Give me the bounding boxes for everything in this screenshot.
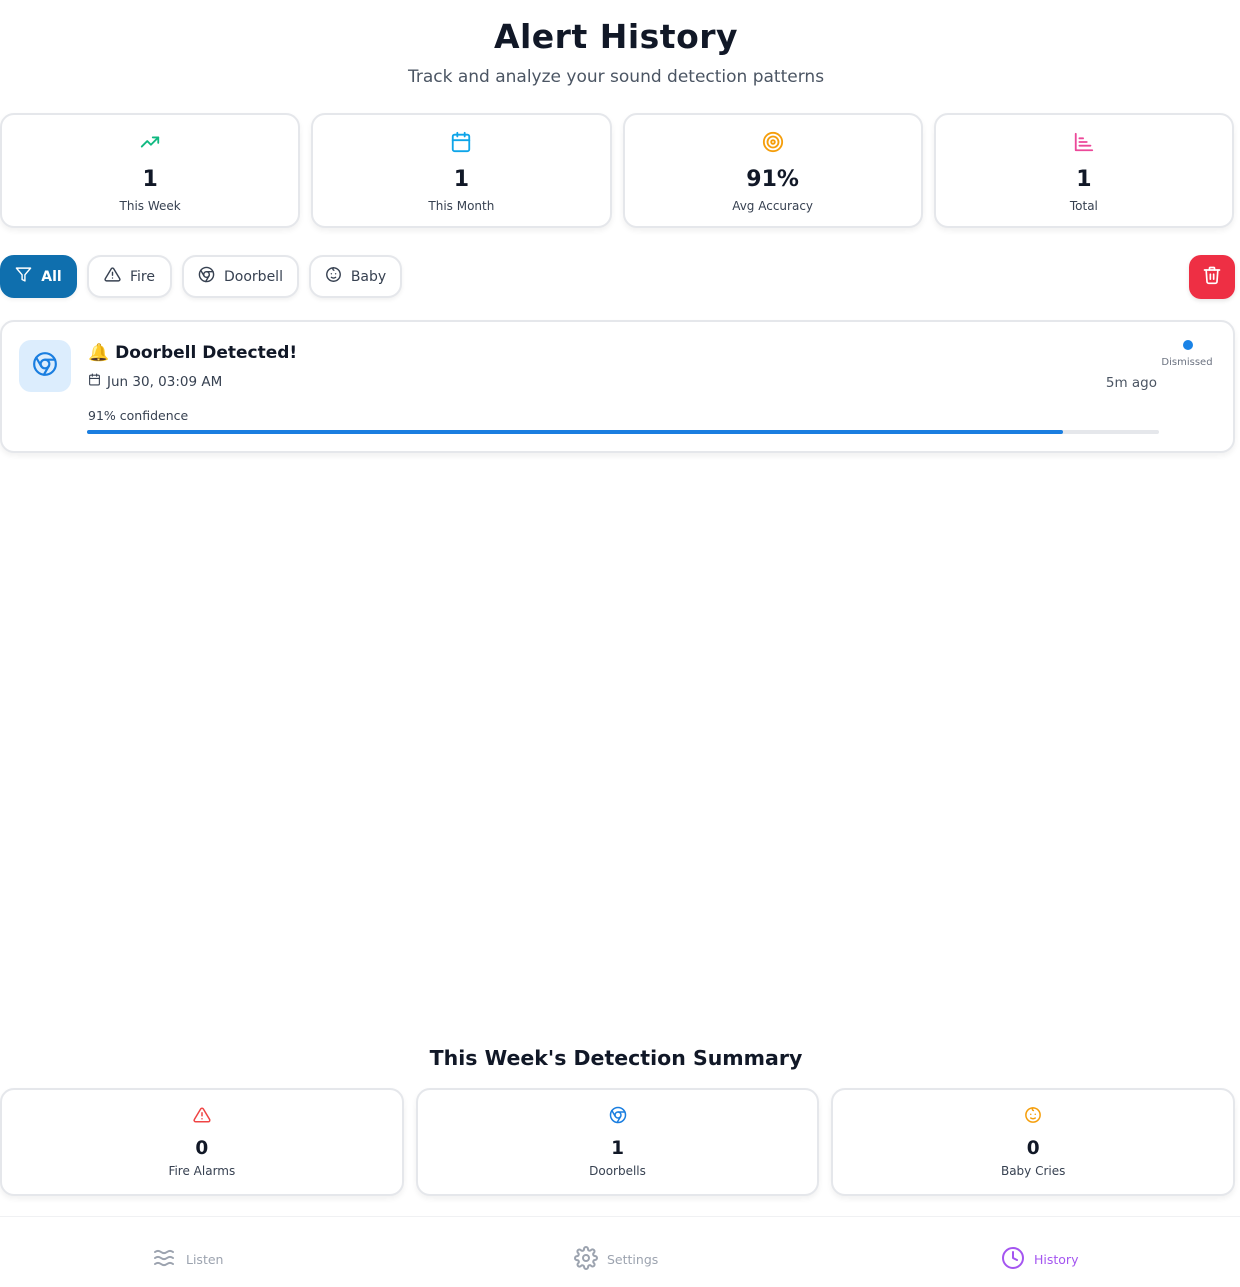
stat-value: 1 [1076, 167, 1092, 192]
summary-label: Doorbells [589, 1164, 646, 1178]
filter-label: Fire [130, 268, 155, 285]
chrome-icon [609, 1106, 627, 1128]
alert-icon-box [19, 340, 71, 392]
calendar-icon [88, 373, 101, 391]
waves-icon [153, 1246, 177, 1273]
page-subtitle: Track and analyze your sound detection p… [407, 67, 825, 87]
trash-icon [1202, 265, 1222, 289]
chrome-icon [198, 266, 215, 287]
settings-icon [574, 1246, 598, 1273]
summary-row: 0 Fire Alarms 1 Doorbells 0 Baby Cries [0, 1088, 1236, 1196]
chrome-icon [32, 351, 58, 381]
filter-bar: All Fire Doorbell Baby [0, 255, 1236, 299]
alert-time-ago: 5m ago [1105, 375, 1157, 391]
filter-baby-button[interactable]: Baby [309, 255, 402, 298]
filter-doorbell-button[interactable]: Doorbell [182, 255, 299, 298]
page-header: Alert History Track and analyze your sou… [0, 16, 1232, 88]
filter-label: Baby [350, 268, 387, 285]
summary-value: 0 [1026, 1138, 1040, 1159]
clear-history-button[interactable] [1189, 255, 1235, 299]
stats-row: 1 This Week 1 This Month 91% Avg Accurac… [0, 113, 1234, 228]
status-badge: Dismissed [1161, 357, 1213, 368]
summary-value: 1 [611, 1138, 624, 1159]
stat-label: This Month [428, 199, 495, 213]
nav-item-listen[interactable]: Listen [153, 1246, 223, 1273]
stat-label: Total [1069, 199, 1098, 213]
stat-card-avg-accuracy: 91% Avg Accuracy [622, 113, 923, 228]
confidence-label: 91% confidence [88, 408, 189, 423]
summary-label: Fire Alarms [168, 1164, 236, 1178]
nav-label: Listen [186, 1252, 224, 1267]
baby-icon [1024, 1106, 1042, 1128]
alert-title: 🔔 Doorbell Detected! [88, 343, 298, 363]
calendar-icon [450, 131, 472, 157]
stat-card-this-week: 1 This Week [0, 113, 301, 228]
stat-value: 1 [453, 167, 470, 192]
alert-date: Jun 30, 03:09 AM [88, 373, 222, 391]
trending-up-icon [139, 131, 161, 157]
nav-item-settings[interactable]: Settings [574, 1246, 658, 1273]
summary-card-fire-alarms: 0 Fire Alarms [0, 1088, 404, 1196]
filter-icon [15, 266, 32, 287]
filter-all-button[interactable]: All [0, 255, 77, 298]
summary-value: 0 [195, 1138, 209, 1159]
confidence-bar-fill [87, 430, 1063, 434]
baby-icon [325, 266, 342, 287]
stat-label: Avg Accuracy [732, 199, 814, 213]
summary-label: Baby Cries [1000, 1164, 1066, 1178]
summary-title: This Week's Detection Summary [429, 1046, 803, 1070]
status-dot [1183, 340, 1193, 350]
nav-label: History [1034, 1252, 1079, 1267]
confidence-bar [87, 430, 1159, 434]
clock-icon [1001, 1246, 1025, 1273]
alert-date-text: Jun 30, 03:09 AM [107, 374, 223, 390]
summary-card-doorbells: 1 Doorbells [415, 1088, 820, 1196]
stat-card-total: 1 Total [933, 113, 1234, 228]
nav-label: Settings [607, 1252, 659, 1267]
stat-label: This Week [119, 199, 181, 213]
filter-label: All [41, 268, 62, 285]
stat-value: 91% [746, 167, 799, 192]
target-icon [762, 131, 784, 157]
alert-triangle-icon [104, 266, 121, 287]
stat-card-this-month: 1 This Month [311, 113, 612, 228]
bottom-nav: Listen Settings History [0, 1216, 1240, 1287]
page-title: Alert History [493, 17, 739, 56]
stat-value: 1 [142, 167, 158, 192]
filter-fire-button[interactable]: Fire [87, 255, 172, 298]
alert-triangle-icon [193, 1106, 211, 1128]
nav-item-history[interactable]: History [1001, 1246, 1078, 1273]
filter-label: Doorbell [224, 268, 283, 285]
summary-card-baby-cries: 0 Baby Cries [831, 1088, 1236, 1196]
bar-chart-icon [1073, 131, 1095, 157]
alert-card[interactable]: 🔔 Doorbell Detected! Jun 30, 03:09 AM 5m… [0, 320, 1235, 453]
